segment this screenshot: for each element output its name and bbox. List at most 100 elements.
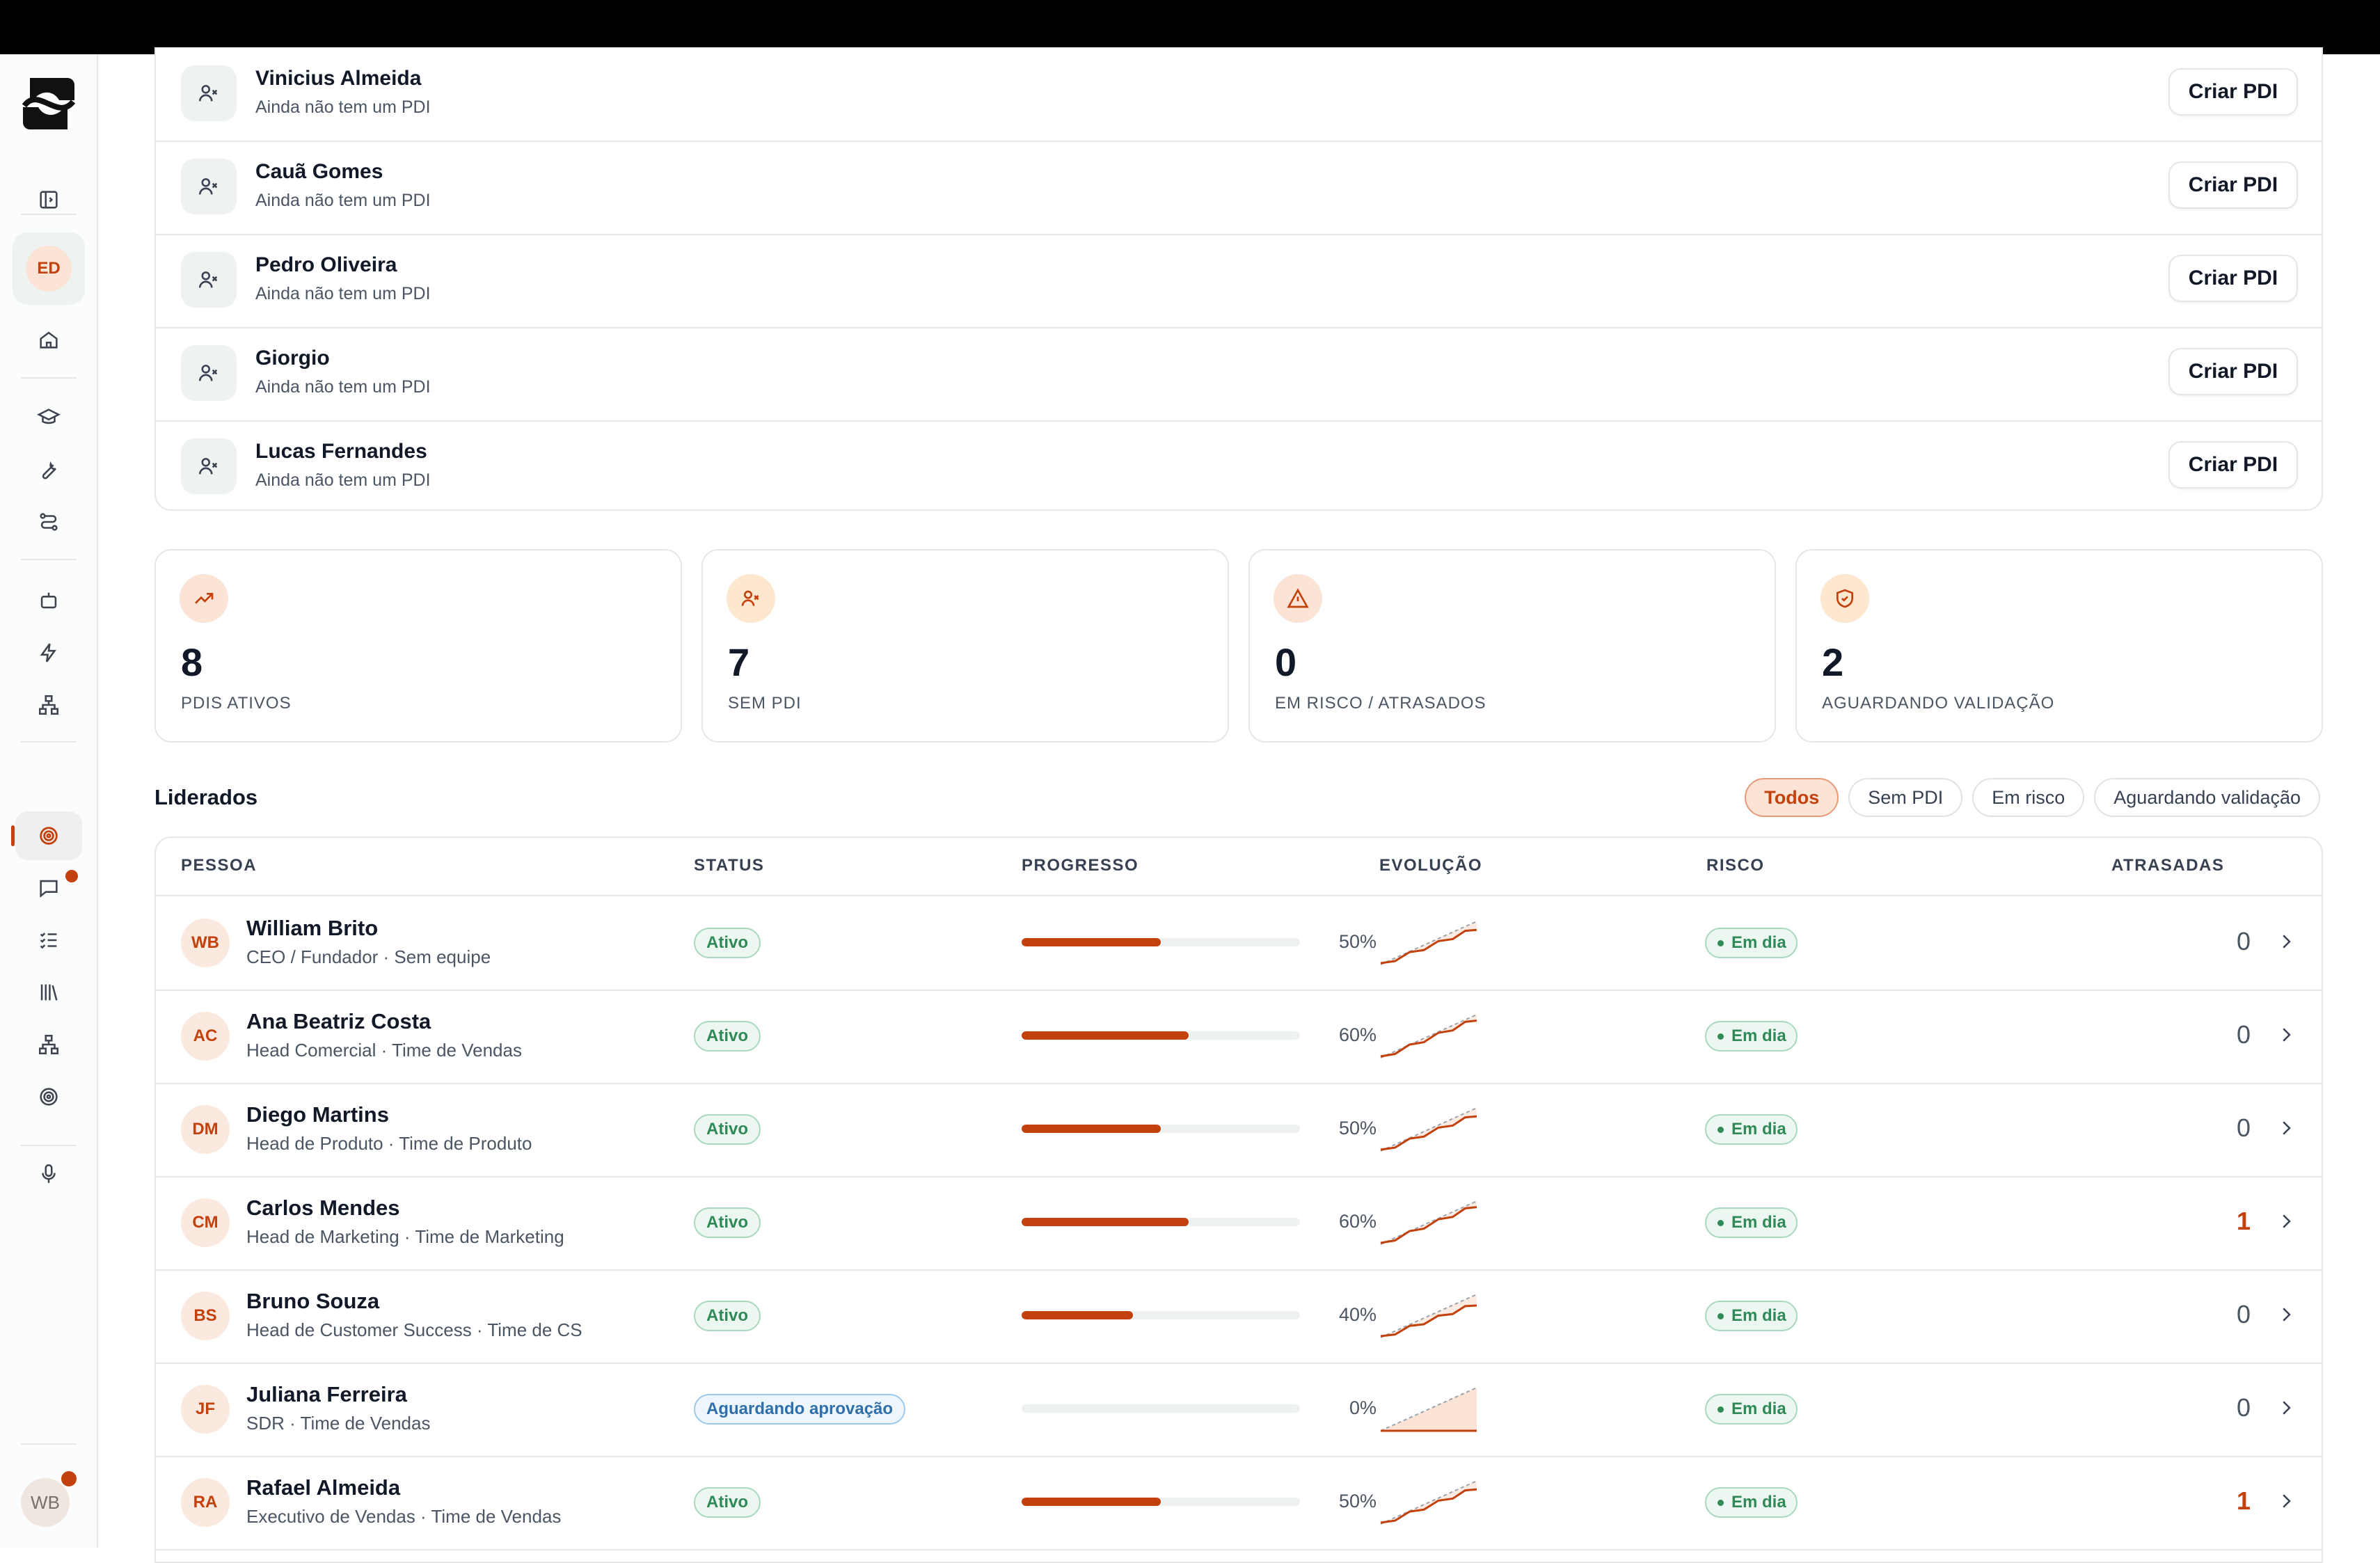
chevron-right-icon[interactable] (2276, 1024, 2296, 1045)
sidebar-toggle-button[interactable] (15, 175, 82, 224)
column-header: PROGRESSO (1022, 856, 1139, 875)
evolution-sparkline (1380, 1200, 1477, 1245)
create-pdi-button[interactable]: Criar PDI (2168, 441, 2298, 489)
sidebar-item-voice[interactable] (15, 1150, 82, 1198)
goal-icon (40, 1088, 58, 1106)
progress-fill (1022, 1125, 1161, 1133)
home-icon (40, 331, 58, 349)
column-header: RISCO (1706, 856, 1765, 875)
app-logo[interactable] (17, 72, 80, 135)
progress-bar (1022, 1311, 1300, 1319)
microphone-icon (42, 1164, 56, 1183)
risk-badge: Em dia (1705, 1207, 1798, 1238)
sparkline-target-line (1380, 1480, 1477, 1525)
message-square-icon (40, 880, 58, 898)
risk-badge: Em dia (1705, 1394, 1798, 1425)
lightning-icon (40, 643, 57, 663)
sidebar-item-library[interactable] (15, 968, 82, 1017)
avatar: RA (181, 1478, 230, 1527)
person-name: Giorgio (255, 347, 330, 370)
person-name: Cauã Gomes (255, 160, 383, 183)
person-name: Bruno Souza (246, 1289, 380, 1313)
person-name: Vinicius Almeida (255, 67, 422, 90)
filter-awaiting-validation[interactable]: Aguardando validação (2094, 778, 2320, 817)
table-row[interactable]: DM Diego Martins Head de Produto · Time … (156, 1083, 2322, 1177)
person-name: Ana Beatriz Costa (246, 1009, 431, 1033)
user-x-icon (181, 159, 237, 214)
person-name: Carlos Mendes (246, 1196, 400, 1220)
person-name: Rafael Almeida (246, 1475, 401, 1500)
sidebar-workspace-avatar[interactable]: ED (13, 232, 85, 305)
late-count: 0 (2236, 1020, 2251, 1049)
table-row[interactable]: AC Ana Beatriz Costa Head Comercial · Ti… (156, 990, 2322, 1084)
chevron-right-icon[interactable] (2276, 1491, 2296, 1512)
table-row[interactable]: JF Juliana Ferreira SDR · Time de Vendas… (156, 1363, 2322, 1457)
sparkline-target-line (1380, 1294, 1477, 1338)
table-row[interactable]: BS Bruno Souza Head de Customer Success … (156, 1269, 2322, 1364)
filter-no-pdi[interactable]: Sem PDI (1848, 778, 1963, 817)
user-avatar[interactable]: WB (21, 1478, 70, 1527)
evolution-sparkline (1380, 921, 1477, 965)
chevron-right-icon[interactable] (2276, 1397, 2296, 1418)
late-count: 0 (2236, 1113, 2251, 1142)
shield-check-icon (1820, 574, 1869, 623)
person-role: Head de Marketing · Time de Marketing (246, 1226, 564, 1247)
sidebar-item-home[interactable] (15, 315, 82, 364)
progress-bar (1022, 1498, 1300, 1506)
chevron-right-icon[interactable] (2276, 1118, 2296, 1138)
risk-badge: Em dia (1705, 1114, 1798, 1145)
status-badge: Aguardando aprovação (694, 1394, 906, 1425)
risk-badge: Em dia (1705, 1021, 1798, 1052)
progress-fill (1022, 1031, 1189, 1040)
filter-at-risk[interactable]: Em risco (1972, 778, 2085, 817)
late-count: 0 (2236, 1393, 2251, 1422)
create-pdi-button[interactable]: Criar PDI (2168, 348, 2298, 395)
bot-icon (40, 592, 57, 609)
create-pdi-button[interactable]: Criar PDI (2168, 255, 2298, 302)
user-x-icon (181, 345, 237, 401)
progress-percent: 40% (1338, 1304, 1377, 1325)
top-black-bar (0, 0, 2380, 54)
table-row[interactable]: WB William Brito CEO / Fundador · Sem eq… (156, 896, 2322, 991)
table-row[interactable]: RA Rafael Almeida Executivo de Vendas · … (156, 1456, 2322, 1550)
avatar: CM (181, 1198, 230, 1247)
graduation-cap-icon (37, 408, 61, 425)
list-item: Vinicius Almeida Ainda não tem um PDI Cr… (156, 47, 2322, 142)
chevron-right-icon[interactable] (2276, 931, 2296, 952)
stat-value: 0 (1275, 640, 1297, 684)
user-x-icon (181, 438, 237, 494)
sidebar-item-goals[interactable] (15, 1072, 82, 1121)
create-pdi-button[interactable]: Criar PDI (2168, 68, 2298, 116)
section-title: Liderados (154, 785, 258, 809)
status-badge: Ativo (694, 1301, 761, 1331)
status-badge: Ativo (694, 1487, 761, 1518)
library-icon (40, 984, 58, 1001)
progress-bar (1022, 1404, 1300, 1413)
stat-value: 2 (1822, 640, 1844, 684)
user-status-dot (61, 1471, 77, 1486)
sidebar-item-learning[interactable] (15, 393, 82, 442)
sidebar-item-agents[interactable] (15, 576, 82, 625)
sidebar-item-checklist[interactable] (15, 916, 82, 965)
avatar: JF (181, 1385, 230, 1434)
column-header: STATUS (694, 856, 765, 875)
stat-label: PDIS ATIVOS (181, 694, 292, 713)
chevron-right-icon[interactable] (2276, 1211, 2296, 1232)
sidebar-item-org-chart[interactable] (15, 681, 82, 729)
create-pdi-button[interactable]: Criar PDI (2168, 161, 2298, 209)
person-name: Diego Martins (246, 1102, 389, 1127)
risk-badge: Em dia (1705, 928, 1798, 958)
sidebar-item-workflows[interactable] (15, 498, 82, 546)
stat-card-no-pdi: 7 SEM PDI (701, 549, 1229, 743)
sidebar-item-automations[interactable] (15, 628, 82, 677)
evolution-sparkline (1380, 1387, 1477, 1432)
filter-all[interactable]: Todos (1745, 778, 1839, 817)
chevron-right-icon[interactable] (2276, 1304, 2296, 1325)
user-initials: WB (31, 1491, 60, 1513)
list-item: Pedro Oliveira Ainda não tem um PDI Cria… (156, 234, 2322, 328)
sidebar-item-pdi[interactable] (15, 811, 82, 860)
table-row[interactable]: CM Carlos Mendes Head de Marketing · Tim… (156, 1176, 2322, 1271)
evolution-sparkline (1380, 1014, 1477, 1058)
sidebar-item-tools[interactable] (15, 445, 82, 494)
sidebar-item-teams[interactable] (15, 1020, 82, 1069)
